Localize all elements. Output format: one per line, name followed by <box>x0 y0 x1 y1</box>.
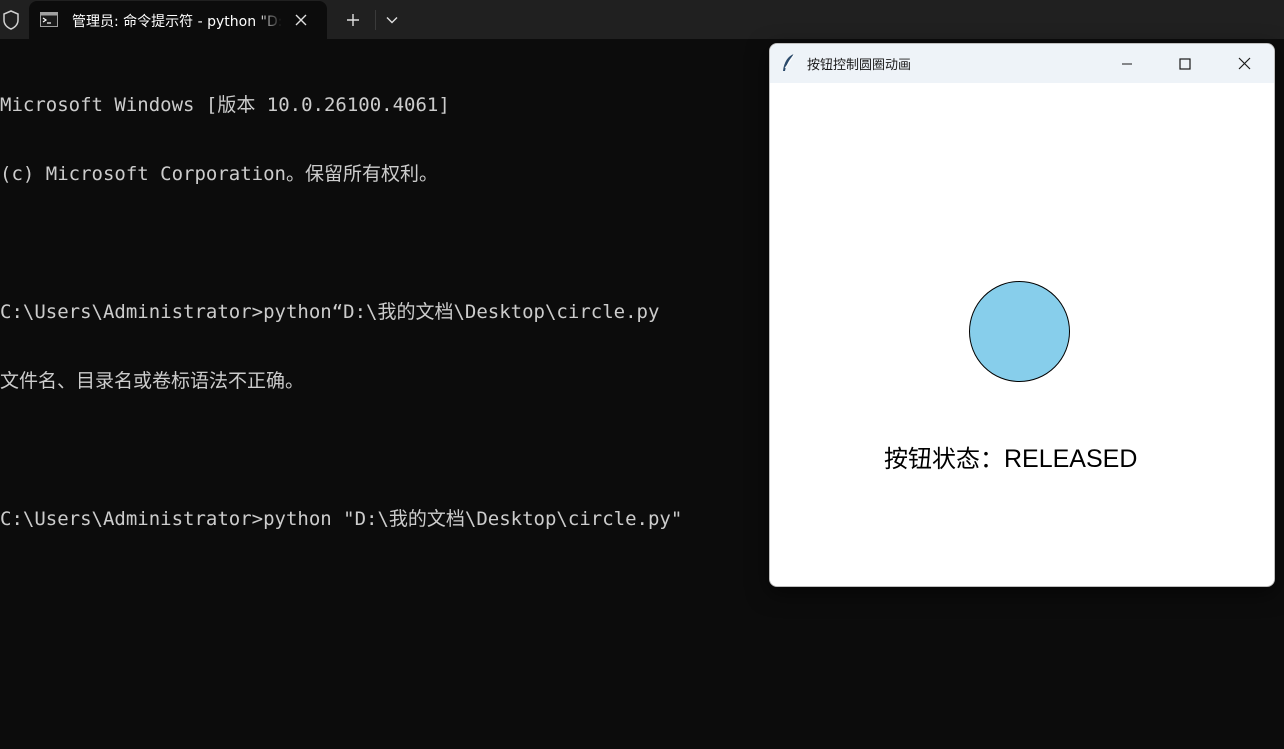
minimize-icon <box>1121 55 1133 74</box>
feather-icon <box>781 53 797 73</box>
tk-window: 按钮控制圆圈动画 按钮状态：RELEASED <box>769 43 1275 587</box>
shield-icon <box>1 9 21 31</box>
window-titlebar[interactable]: 按钮控制圆圈动画 <box>770 44 1274 83</box>
tab-divider <box>375 10 376 30</box>
console-line: Microsoft Windows [版本 10.0.26100.4061] <box>0 94 450 116</box>
maximize-button[interactable] <box>1162 47 1208 81</box>
animation-canvas[interactable]: 按钮状态：RELEASED <box>770 84 1274 586</box>
close-button[interactable] <box>1221 47 1267 81</box>
console-line: C:\Users\Administrator>python“D:\我的文档\De… <box>0 301 660 323</box>
tab-command-prompt[interactable]: 管理员: 命令提示符 - python "D:\我的文档\Desktop\cir… <box>29 1 327 39</box>
console-line: (c) Microsoft Corporation。保留所有权利。 <box>0 163 438 185</box>
plus-icon[interactable] <box>341 8 365 32</box>
console-line: C:\Users\Administrator>python "D:\我的文档\D… <box>0 508 683 530</box>
terminal-icon <box>40 12 58 27</box>
chevron-down-icon[interactable] <box>380 8 404 32</box>
console-output[interactable]: Microsoft Windows [版本 10.0.26100.4061] (… <box>0 48 760 554</box>
window-title: 按钮控制圆圈动画 <box>807 58 912 73</box>
status-value: RELEASED <box>1004 445 1138 473</box>
console-line: 文件名、目录名或卷标语法不正确。 <box>0 370 305 392</box>
tab-title: 管理员: 命令提示符 - python "D:\我的文档\Desktop\cir… <box>72 14 282 30</box>
close-icon <box>1238 55 1251 74</box>
animated-circle <box>969 281 1070 382</box>
status-label-text: 按钮状态： <box>884 445 1004 473</box>
button-status-label: 按钮状态：RELEASED <box>884 439 1138 473</box>
minimize-button[interactable] <box>1104 47 1150 81</box>
close-icon[interactable] <box>291 10 311 30</box>
terminal-tabbar: 管理员: 命令提示符 - python "D:\我的文档\Desktop\cir… <box>0 0 1284 39</box>
maximize-icon <box>1179 55 1191 74</box>
